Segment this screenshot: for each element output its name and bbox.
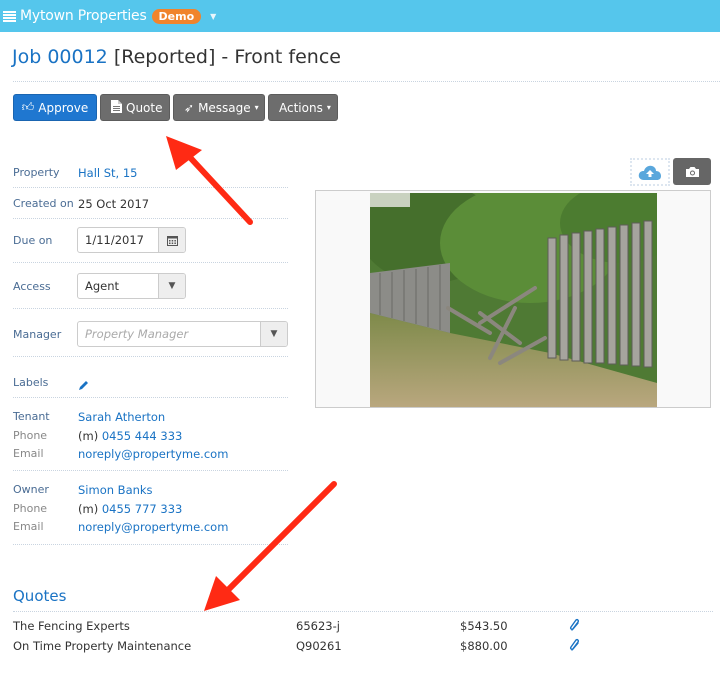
tenant-phone-link[interactable]: 0455 444 333 — [102, 429, 182, 443]
upload-button[interactable] — [630, 158, 670, 186]
divider — [13, 397, 288, 398]
access-label: Access — [13, 280, 51, 293]
manager-select[interactable]: Property Manager ▼ — [77, 321, 288, 347]
quote-label: Quote — [126, 100, 163, 115]
caret-down-icon: ▾ — [326, 103, 331, 112]
paperclip-icon[interactable] — [569, 638, 581, 655]
app-title[interactable]: Mytown Properties — [20, 8, 147, 24]
divider — [13, 218, 288, 219]
calendar-icon[interactable] — [158, 228, 185, 252]
quote-reference: Q90261 — [296, 639, 342, 653]
actions-button[interactable]: Actions ▾ — [268, 94, 338, 121]
quote-button[interactable]: Quote — [100, 94, 170, 121]
due-date-input[interactable]: 1/11/2017 — [78, 228, 158, 252]
demo-badge: Demo — [151, 8, 202, 24]
owner-phone-label: Phone — [13, 502, 48, 515]
camera-button[interactable] — [673, 158, 711, 185]
divider — [13, 262, 288, 263]
quote-supplier-link[interactable]: The Fencing Experts — [13, 619, 130, 633]
divider — [13, 187, 288, 188]
pencil-icon[interactable] — [78, 376, 89, 395]
job-title-rest: [Reported] - Front fence — [107, 46, 341, 68]
manager-placeholder: Property Manager — [85, 327, 189, 341]
photo-panel — [315, 190, 711, 408]
page-title: Job 00012 [Reported] - Front fence — [12, 46, 341, 68]
labels-label: Labels — [13, 376, 49, 389]
property-link[interactable]: Hall St, 15 — [78, 166, 138, 180]
action-toolbar: 👍︎ Approve Quote ➶ Message ▾ Actions ▾ — [13, 94, 338, 121]
job-number: Job 00012 — [12, 46, 108, 68]
quote-amount: $880.00 — [460, 639, 508, 653]
phone-prefix: (m) — [78, 502, 99, 516]
divider — [13, 544, 288, 545]
tenant-email-link[interactable]: noreply@propertyme.com — [78, 447, 228, 461]
quote-supplier-link[interactable]: On Time Property Maintenance — [13, 639, 191, 653]
tenant-label: Tenant — [13, 410, 50, 423]
caret-down-icon: ▾ — [254, 103, 259, 112]
divider — [13, 356, 288, 357]
annotation-arrow-up — [166, 136, 253, 225]
tenant-name-link[interactable]: Sarah Atherton — [78, 410, 165, 424]
quote-amount: $543.50 — [460, 619, 508, 633]
approve-button[interactable]: 👍︎ Approve — [13, 94, 97, 121]
manager-label: Manager — [13, 328, 62, 341]
job-photo[interactable] — [370, 193, 657, 407]
access-select[interactable]: Agent ▼ — [77, 273, 186, 299]
owner-name-link[interactable]: Simon Banks — [78, 483, 153, 497]
quotes-section-title: Quotes — [13, 587, 67, 605]
top-navbar: Mytown Properties Demo ▼ — [0, 0, 720, 32]
message-label: Message — [198, 100, 251, 115]
cloud-upload-icon — [638, 165, 661, 180]
divider — [13, 308, 288, 309]
actions-label: Actions — [279, 100, 323, 115]
document-icon — [111, 99, 122, 116]
divider — [13, 470, 288, 471]
thumbs-up-icon: 👍︎ — [21, 100, 35, 114]
divider — [13, 611, 713, 612]
paperclip-icon[interactable] — [569, 618, 581, 635]
tenant-email-label: Email — [13, 447, 44, 460]
owner-phone-link[interactable]: 0455 777 333 — [102, 502, 182, 516]
access-value: Agent — [85, 279, 120, 293]
caret-down-icon[interactable]: ▼ — [260, 322, 287, 346]
phone-prefix: (m) — [78, 429, 99, 443]
list-icon[interactable] — [3, 10, 16, 22]
camera-icon — [685, 166, 699, 177]
caret-down-icon[interactable]: ▼ — [158, 274, 185, 298]
created-on-label: Created on — [13, 197, 74, 210]
tenant-phone: (m) 0455 444 333 — [78, 429, 182, 443]
annotation-arrow-down — [204, 481, 337, 611]
divider — [13, 81, 720, 82]
message-button[interactable]: ➶ Message ▾ — [173, 94, 265, 121]
due-date-picker: 1/11/2017 — [77, 227, 186, 253]
owner-email-link[interactable]: noreply@propertyme.com — [78, 520, 228, 534]
due-on-label: Due on — [13, 234, 53, 247]
approve-label: Approve — [38, 100, 89, 115]
quote-reference: 65623-j — [296, 619, 340, 633]
created-on-value: 25 Oct 2017 — [78, 197, 150, 211]
property-label: Property — [13, 166, 60, 179]
owner-email-label: Email — [13, 520, 44, 533]
tenant-phone-label: Phone — [13, 429, 48, 442]
owner-label: Owner — [13, 483, 49, 496]
owner-phone: (m) 0455 777 333 — [78, 502, 182, 516]
chevron-down-icon[interactable]: ▼ — [210, 12, 216, 21]
paper-plane-icon: ➶ — [184, 100, 195, 115]
